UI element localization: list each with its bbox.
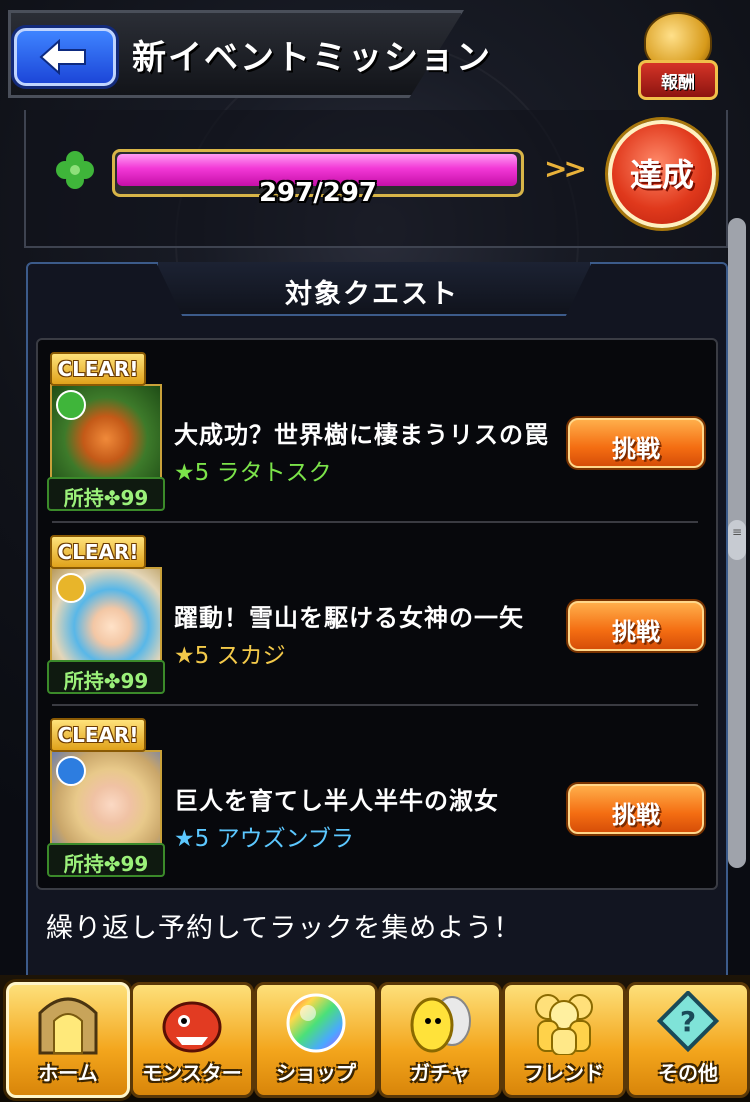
wood-element-icon — [56, 390, 86, 420]
quest-name: 巨人を育てし半人半牛の淑女 — [174, 787, 499, 815]
progress-text: 297/297 — [258, 178, 378, 208]
divider — [52, 521, 698, 523]
quest-monster: ★5 ラタトスク — [174, 460, 332, 486]
nav-other-button[interactable]: ? その他 — [626, 982, 750, 1098]
nav-monster-button[interactable]: モンスター — [130, 982, 254, 1098]
water-element-icon — [56, 756, 86, 786]
nav-shop-button[interactable]: ショップ — [254, 982, 378, 1098]
challenge-label: 挑戦 — [612, 435, 660, 463]
monster-icon — [162, 1001, 222, 1053]
quest-monster: ★5 スカジ — [174, 643, 286, 669]
challenge-button[interactable]: 挑戦 — [568, 418, 704, 468]
owned-count-label: 所持✤99 — [63, 486, 149, 510]
nav-label: その他 — [658, 1061, 718, 1085]
nav-label: ショップ — [276, 1061, 356, 1085]
nav-friend-button[interactable]: フレンド — [502, 982, 626, 1098]
nav-label: モンスター — [142, 1061, 242, 1085]
header-bar: 新イベントミッション 報酬 — [0, 0, 750, 100]
other-icon: ? — [656, 991, 720, 1053]
clover-icon — [56, 151, 94, 189]
nav-label: フレンド — [524, 1061, 604, 1085]
nav-label: ホーム — [38, 1061, 98, 1085]
quest-name: 躍動！雪山を駆ける女神の一矢 — [174, 604, 524, 632]
double-chevron-icon: >> — [544, 152, 587, 185]
back-button[interactable] — [14, 28, 116, 86]
nav-gacha-button[interactable]: ガチャ — [378, 982, 502, 1098]
reward-plate: 報酬 — [638, 60, 718, 100]
challenge-label: 挑戦 — [612, 801, 660, 829]
reward-label: 報酬 — [661, 73, 695, 93]
owned-count-badge: 所持✤99 — [47, 660, 165, 694]
grip-icon: ≡ — [731, 525, 743, 539]
nav-home-button[interactable]: ホーム — [6, 982, 130, 1098]
achieved-badge: 達成 — [608, 120, 716, 228]
friends-icon — [535, 994, 593, 1055]
rainbow-orb-icon — [286, 993, 346, 1053]
quest-section-title: 対象クエスト — [285, 279, 459, 310]
owned-count-badge: 所持✤99 — [47, 477, 165, 511]
quest-name: 大成功？世界樹に棲まうリスの罠 — [174, 421, 549, 449]
clear-label: CLEAR! — [57, 357, 139, 381]
reward-button[interactable]: 報酬 — [634, 10, 718, 100]
nav-label: ガチャ — [410, 1061, 470, 1085]
clear-badge: CLEAR! — [50, 352, 146, 386]
light-element-icon — [56, 573, 86, 603]
owned-count-label: 所持✤99 — [63, 669, 149, 693]
challenge-button[interactable]: 挑戦 — [568, 784, 704, 834]
back-arrow-icon — [39, 39, 86, 75]
challenge-label: 挑戦 — [612, 618, 660, 646]
gacha-egg-icon — [410, 996, 471, 1053]
home-gate-icon — [38, 997, 98, 1055]
owned-count-label: 所持✤99 — [63, 852, 149, 876]
quest-monster: ★5 アウズンブラ — [174, 826, 354, 852]
footer-message: 繰り返し予約してラックを集めよう！ — [46, 913, 522, 944]
clear-badge: CLEAR! — [50, 718, 146, 752]
svg-text:?: ? — [680, 1005, 696, 1038]
clear-label: CLEAR! — [57, 723, 139, 747]
page-title: 新イベントミッション — [132, 38, 492, 78]
clear-badge: CLEAR! — [50, 535, 146, 569]
achieved-label: 達成 — [629, 156, 694, 194]
owned-count-badge: 所持✤99 — [47, 843, 165, 877]
challenge-button[interactable]: 挑戦 — [568, 601, 704, 651]
clear-label: CLEAR! — [57, 540, 139, 564]
divider — [52, 704, 698, 706]
